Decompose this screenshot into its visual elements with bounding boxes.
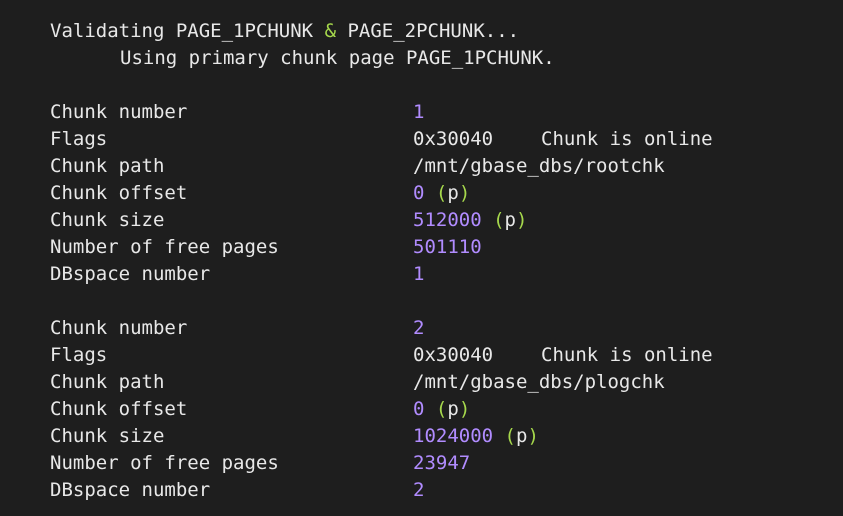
page-unit: p [447, 398, 459, 420]
flags-value: 0x30040 [413, 344, 494, 366]
using-primary-line: Using primary chunk page PAGE_1PCHUNK. [120, 47, 555, 69]
chunk-offset-value: 0 (p) [413, 180, 470, 207]
flags-value: 0x30040 [413, 128, 494, 150]
page-unit: p [447, 182, 459, 204]
chunk-path-label: Chunk path [50, 155, 165, 177]
chunk-number-label: Chunk number [50, 317, 188, 339]
paren-open: ( [493, 209, 505, 231]
chunk-offset-label: Chunk offset [50, 182, 188, 204]
flags-label: Flags [50, 128, 108, 150]
chunk-size-label: Chunk size [50, 425, 165, 447]
paren-close: ) [458, 398, 471, 420]
page-unit: p [515, 425, 528, 447]
free-pages-value: 501110 [413, 236, 482, 258]
paren-open: ( [435, 182, 448, 204]
page-unit: p [504, 209, 516, 231]
free-pages-value: 23947 [413, 452, 471, 474]
dbspace-number-value: 1 [413, 263, 425, 285]
validating-line: Validating PAGE_1PCHUNK & PAGE_2PCHUNK..… [50, 18, 519, 45]
page1-name: PAGE_1PCHUNK [175, 20, 314, 42]
paren-open: ( [504, 425, 516, 447]
chunk-number-label: Chunk number [50, 101, 188, 123]
ampersand: & [324, 20, 337, 42]
offset-number: 0 [413, 182, 425, 204]
size-number: 512000 [413, 209, 482, 231]
chunk-size-value: 1024000 (p) [413, 423, 539, 450]
paren-close: ) [527, 425, 539, 447]
chunk-path-value: /mnt/gbase_dbs/rootchk [413, 155, 665, 177]
page2-name: PAGE_2PCHUNK... [347, 20, 520, 42]
offset-number: 0 [413, 398, 425, 420]
free-pages-label: Number of free pages [50, 452, 279, 474]
flags-description: Chunk is online [541, 128, 713, 150]
paren-open: ( [435, 398, 448, 420]
dbspace-number-label: DBspace number [50, 479, 211, 501]
free-pages-label: Number of free pages [50, 236, 279, 258]
chunk-number-value: 2 [413, 317, 425, 339]
flags-description: Chunk is online [541, 344, 713, 366]
chunk-size-value: 512000 (p) [413, 207, 527, 234]
dbspace-number-label: DBspace number [50, 263, 211, 285]
chunk-path-value: /mnt/gbase_dbs/plogchk [413, 371, 665, 393]
paren-close: ) [458, 182, 471, 204]
flags-label: Flags [50, 344, 108, 366]
dbspace-number-value: 2 [413, 479, 425, 501]
paren-close: ) [516, 209, 528, 231]
validating-prefix: Validating [50, 20, 176, 42]
chunk-size-label: Chunk size [50, 209, 165, 231]
chunk-path-label: Chunk path [50, 371, 165, 393]
size-number: 1024000 [413, 425, 494, 447]
terminal-output: Validating PAGE_1PCHUNK & PAGE_2PCHUNK..… [0, 0, 843, 516]
chunk-offset-label: Chunk offset [50, 398, 188, 420]
chunk-number-value: 1 [413, 101, 425, 123]
chunk-offset-value: 0 (p) [413, 396, 470, 423]
